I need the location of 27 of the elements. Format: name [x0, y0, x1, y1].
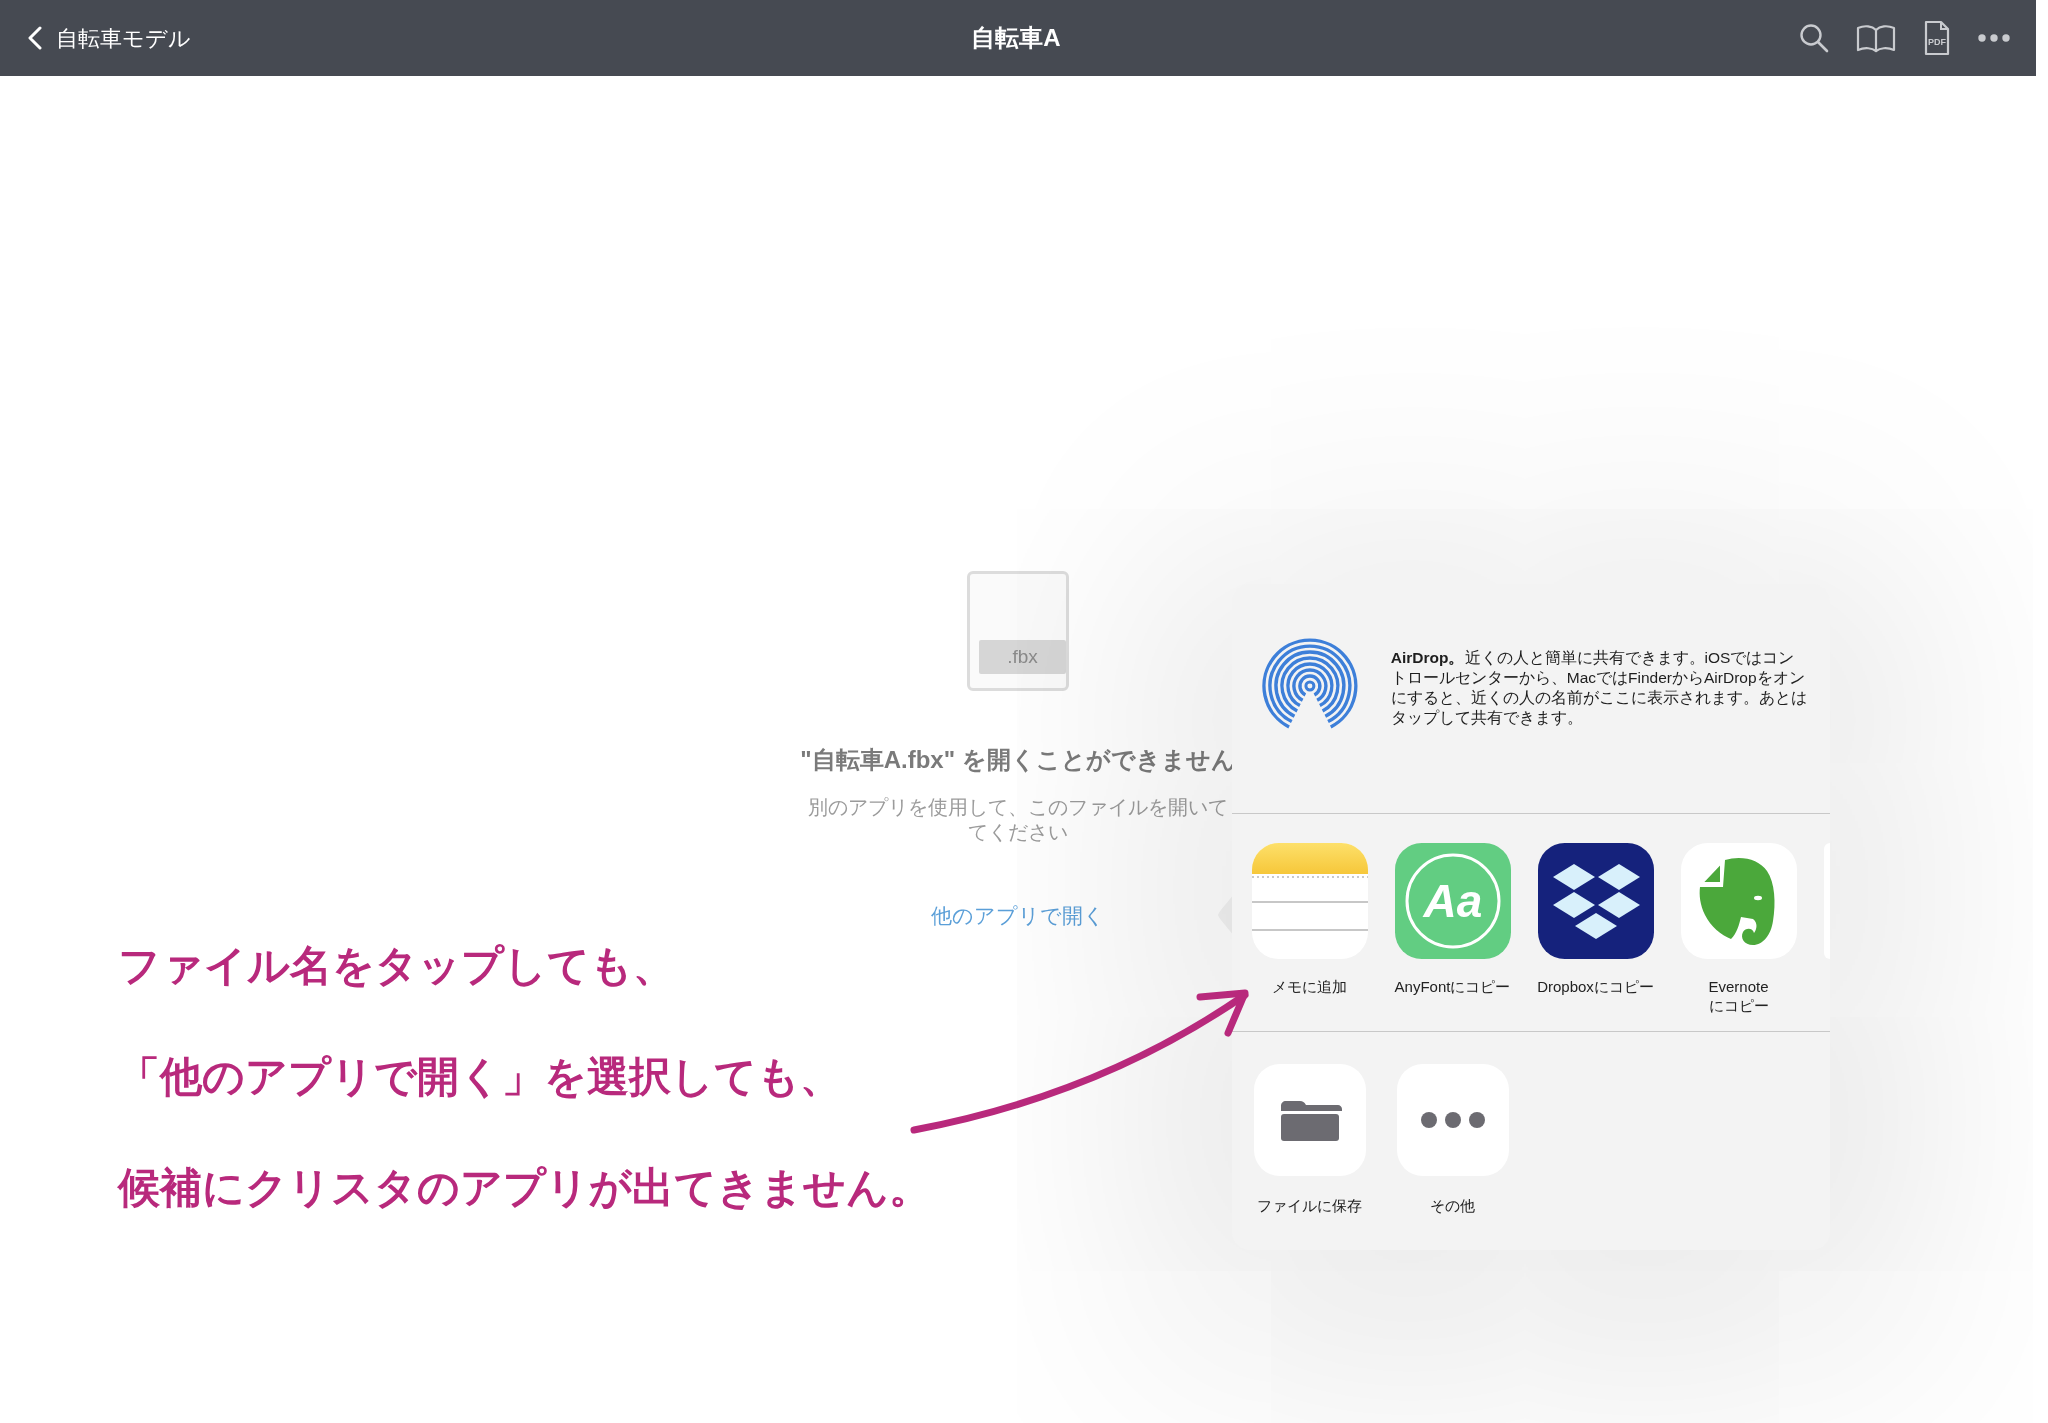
more-icon — [1396, 1064, 1509, 1176]
search-icon[interactable] — [1799, 23, 1829, 53]
airdrop-description: AirDrop。近くの人と簡単に共有できます。iOSではコントロールセンターから、MacではFinderからAirDropをオンにすると、近くの人の名前がここに表示されます。あとはタップして共有できます。 — [1390, 648, 1808, 728]
file-extension-label: .fbx — [979, 640, 1066, 674]
aa-letters-icon: Aa — [1394, 843, 1511, 959]
more-icon[interactable] — [1978, 34, 2010, 42]
back-button[interactable]: 自転車モデル — [22, 17, 197, 59]
folder-icon — [1253, 1064, 1366, 1176]
screen-title: 自転車A — [971, 23, 1061, 53]
share-action-button[interactable]: その他 — [1381, 1064, 1524, 1215]
share-app-button[interactable]: メモに追加 — [1238, 843, 1381, 996]
diamond-boxes-icon — [1537, 843, 1654, 959]
handwritten-note: ファイル名をタップしても、 — [118, 941, 675, 991]
pdf-file-icon[interactable]: PDF — [1923, 20, 1951, 56]
elephant-icon — [1680, 843, 1797, 959]
open-book-icon[interactable] — [1856, 23, 1896, 53]
error-message: 別のアプリを使用して、このファイルを開いて — [808, 795, 1228, 820]
handwritten-note: 候補にクリスタのアプリが出てきません。 — [118, 1163, 931, 1213]
error-title: "自転車A.fbx" を開くことができません — [800, 745, 1236, 775]
error-message: てください — [968, 820, 1068, 845]
share-app-button[interactable]: Aa AnyFontにコピー — [1381, 843, 1524, 996]
share-app-button[interactable]: Evernoteにコピー — [1667, 843, 1810, 1015]
handwritten-note: 「他のアプリで開く」を選択しても、 — [118, 1052, 842, 1102]
share-action-button[interactable]: ファイルに保存 — [1238, 1064, 1381, 1215]
share-app-button[interactable]: Dropboxにコピー — [1524, 843, 1667, 996]
notepad-icon — [1251, 843, 1368, 959]
chevron-left-icon — [28, 26, 42, 50]
